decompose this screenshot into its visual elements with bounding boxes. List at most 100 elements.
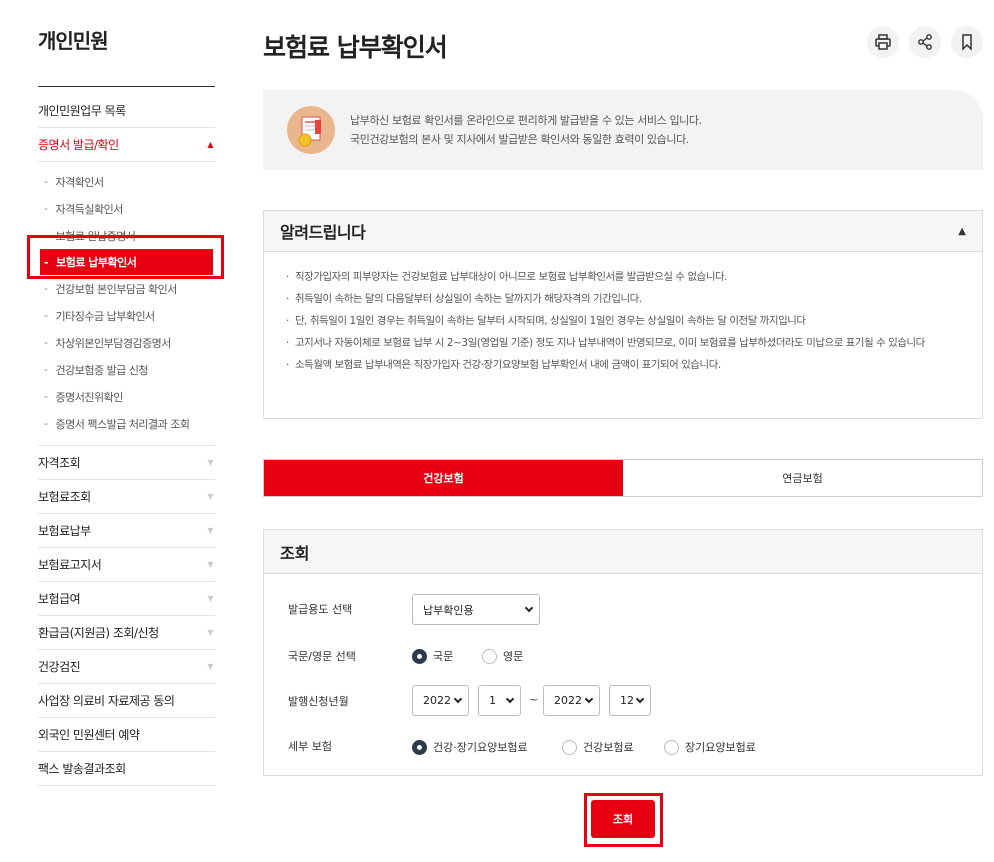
sidebar-subitem[interactable]: - 자격득실확인서 [38,195,215,222]
caret-down-icon: ▼ [207,628,213,637]
sidebar-submenu: - 자격확인서 - 자격득실확인서 - 보험료 완납증명서 - 보험료 납부확인서 -건… [38,162,215,446]
sidebar-subitem[interactable]: - 건강보험 본인부담금 확인서 [38,275,215,302]
purpose-select[interactable]: 납부확인용 [412,594,540,625]
to-year-select[interactable]: 2022 [543,685,600,716]
notice-panel: 알려드립니다 ▲ 직장가입자의 피부양자는 건강보험료 납부대상이 아니므로 보… [263,210,983,419]
search-header: 조회 [264,530,982,574]
sidebar-group[interactable]: 보험료고지서 ▼ [38,548,215,582]
sidebar-item-label: 외국인 민원센터 예약 [38,728,140,742]
from-month-select[interactable]: 1 [478,685,521,716]
sidebar-group[interactable]: 자격조회 ▼ [38,446,215,480]
sidebar-subitem[interactable]: - 자격확인서 [38,168,215,195]
sidebar-group[interactable]: 보험료납부 ▼ [38,514,215,548]
sidebar-item[interactable]: 팩스 발송결과조회 [38,752,215,786]
detail-label: 세부 보험 [288,740,332,753]
insurance-tabs: 건강보험 연금보험 [263,459,983,497]
sidebar-subitem[interactable]: - 차상위본인부담경감증명서 [38,329,215,356]
radio-health[interactable]: 건강보험료 [562,739,634,755]
dash-icon: - [44,202,48,215]
notice-header[interactable]: 알려드립니다 ▲ [264,211,982,252]
bookmark-button[interactable] [951,26,983,58]
notice-item: 단, 취득일이 1일인 경우는 취득일이 속하는 달부터 시작되며, 상실일이 … [286,313,958,330]
sidebar-subitem[interactable]: - 기타징수금 납부확인서 [38,302,215,329]
dash-icon: - [44,309,48,322]
sidebar-item-label: 자격조회 [38,456,81,470]
sidebar-item-label: 보험급여 [38,592,81,606]
share-icon [918,34,932,50]
dash-icon: - [44,175,48,188]
radio-unchecked-icon [664,739,679,755]
service-banner: 납부하신 보험료 확인서를 온라인으로 편리하게 발급받을 수 있는 서비스 입… [263,90,983,170]
dash-icon: - [44,336,48,349]
notice-item: 직장가입자의 피부양자는 건강보험료 납부대상이 아니므로 보험료 납부확인서를… [286,269,958,286]
dash-icon: - [44,390,48,403]
caret-down-icon: ▼ [207,560,213,569]
collapse-icon[interactable]: ▲ [958,226,966,237]
chevron-down-icon [635,694,645,704]
page-title: 보험료 납부확인서 [263,33,448,62]
radio-korean[interactable]: 국문 [412,648,453,664]
tab-pension-insurance[interactable]: 연금보험 [623,460,982,496]
sidebar-subitem[interactable]: - 증명서진위확인 [38,383,215,410]
caret-down-icon: ▼ [207,458,213,467]
sidebar-item-label: 보험료조회 [38,490,91,504]
radio-checked-icon [412,739,427,755]
notice-title: 알려드립니다 [280,223,366,242]
radio-label: 건강·장기요양보험료 [433,741,528,754]
sidebar-subitem[interactable]: - 증명서 팩스발급 처리결과 조회 [38,410,215,437]
sidebar-group[interactable]: 보험급여 ▼ [38,582,215,616]
highlight-box-sidebar [27,235,224,279]
radio-label: 건강보험료 [583,741,634,754]
dash-icon: - [44,363,48,376]
chevron-down-icon [584,694,594,704]
sidebar-item-label: 팩스 발송결과조회 [38,762,126,776]
sidebar-subitem-label: 증명서 팩스발급 처리결과 조회 [55,417,190,431]
sidebar-group[interactable]: 환급금(지원금) 조회/신청 ▼ [38,616,215,650]
sidebar-subitem-label: 건강보험 본인부담금 확인서 [55,282,177,296]
sidebar-item[interactable]: 사업장 의료비 자료제공 동의 [38,684,215,718]
radio-unchecked-icon [562,739,577,755]
print-button[interactable] [867,26,899,58]
radio-longterm[interactable]: 장기요양보험료 [664,739,756,755]
to-year-value: 2022 [554,694,582,707]
sidebar-menu: 개인민원업무 목록 증명서 발급/확인 ▲ - 자격확인서 - 자격득실확인서 -보… [38,94,215,786]
from-year-select[interactable]: 2022 [412,685,469,716]
to-month-select[interactable]: 12 [609,685,651,716]
sidebar-subitem-label: 증명서진위확인 [55,390,123,404]
caret-down-icon: ▼ [207,526,213,535]
purpose-label: 발급용도 선택 [288,603,353,616]
sidebar-title: 개인민원 [38,29,109,53]
sidebar-item-label: 보험료납부 [38,524,91,538]
sidebar-group[interactable]: 건강검진 ▼ [38,650,215,684]
period-label: 발행신청년월 [288,695,349,708]
banner-line: 국민건강보험의 본사 및 지사에서 발급받은 확인서와 동일한 효력이 있습니다… [350,133,689,146]
radio-english[interactable]: 영문 [482,648,523,664]
chevron-down-icon [453,694,463,704]
sidebar-subitem-label: 기타징수금 납부확인서 [55,309,155,323]
sidebar-item-label: 건강검진 [38,660,81,674]
sidebar-subitem-label: 자격득실확인서 [55,202,123,216]
radio-checked-icon [412,648,427,664]
bookmark-icon [962,34,972,51]
sidebar-subitem-label: 차상위본인부담경감증명서 [55,336,171,350]
sidebar-subitem-label: 자격확인서 [55,175,104,189]
sidebar-group[interactable]: 보험료조회 ▼ [38,480,215,514]
document-coin-icon [287,106,335,154]
from-year-value: 2022 [423,694,451,707]
sidebar-item-label: 개인민원업무 목록 [38,104,126,118]
radio-unchecked-icon [482,648,497,664]
tab-health-insurance[interactable]: 건강보험 [264,460,623,496]
sidebar-item[interactable]: 외국인 민원센터 예약 [38,718,215,752]
dash-icon: - [44,282,48,295]
sidebar-item-list[interactable]: 개인민원업무 목록 [38,94,215,128]
chevron-down-icon [524,603,534,613]
search-title: 조회 [280,543,310,563]
print-icon [875,34,891,50]
search-panel: 조회 발급용도 선택 납부확인용 국문/영문 선택 국문 영문 발행신청년월 2… [263,529,983,776]
share-button[interactable] [909,26,941,58]
sidebar-subitem[interactable]: - 건강보험증 발급 신청 [38,356,215,383]
radio-health-longterm[interactable]: 건강·장기요양보험료 [412,739,528,755]
sidebar-group-certificates[interactable]: 증명서 발급/확인 ▲ [38,128,215,162]
chevron-down-icon [505,694,515,704]
sidebar-item-label: 사업장 의료비 자료제공 동의 [38,694,175,708]
